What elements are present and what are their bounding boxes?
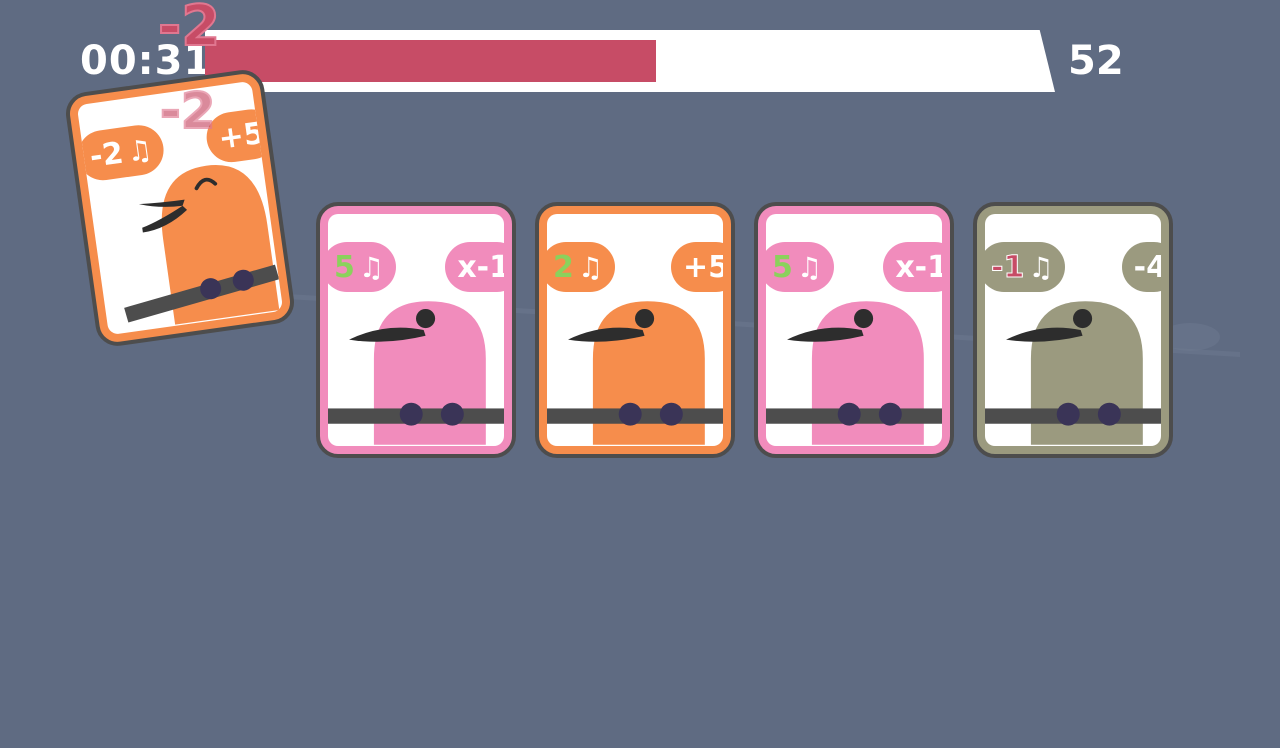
effect-pill: x-1 (883, 242, 942, 292)
song-progress-bar (205, 30, 1055, 92)
effect-value: x-1 (895, 249, 942, 285)
song-value: -1 (990, 249, 1025, 285)
card-face: 2 ♫ +5 (547, 214, 723, 446)
score-popup: -2 (157, 0, 221, 60)
song-value-pill: 2 ♫ (547, 242, 615, 292)
music-note-icon: ♫ (1028, 250, 1054, 284)
bird-card[interactable]: 2 ♫ +5 (535, 202, 735, 458)
song-value-pill: 5 ♫ (328, 242, 396, 292)
card-face: 5 ♫ x-1 (766, 214, 942, 446)
music-note-icon: ♫ (796, 250, 822, 284)
bird-card[interactable]: -1 ♫ -4 (973, 202, 1173, 458)
song-value: 5 (334, 249, 355, 285)
music-note-icon: ♫ (577, 250, 603, 284)
song-value: -2 (87, 135, 126, 175)
effect-pill: x-1 (445, 242, 504, 292)
bird-card[interactable]: 5 ♫ x-1 (316, 202, 516, 458)
effect-value: x-1 (457, 249, 504, 285)
song-value: 2 (553, 249, 574, 285)
effect-value: +5 (682, 249, 723, 285)
song-value-pill: 5 ♫ (766, 242, 834, 292)
score: 52 (1068, 38, 1124, 84)
effect-value: -4 (1133, 249, 1161, 285)
bird-card[interactable]: 5 ♫ x-1 (754, 202, 954, 458)
score-popup-faded: -2 (159, 81, 217, 141)
song-value: 5 (772, 249, 793, 285)
music-note-icon: ♫ (358, 250, 384, 284)
effect-pill: +5 (670, 242, 723, 292)
music-note-icon: ♫ (124, 131, 155, 169)
card-face: 5 ♫ x-1 (328, 214, 504, 446)
song-progress-fill (205, 40, 656, 82)
effect-value: +5 (216, 115, 267, 157)
song-value-pill: -1 ♫ (985, 242, 1066, 292)
card-face: -1 ♫ -4 (985, 214, 1161, 446)
